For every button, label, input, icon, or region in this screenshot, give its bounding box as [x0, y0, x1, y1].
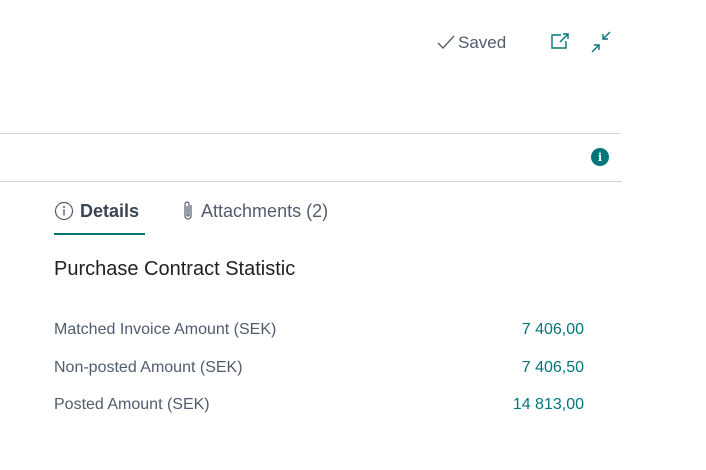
- stat-value-link[interactable]: 7 406,50: [522, 359, 584, 377]
- section-title: Purchase Contract Statistic: [54, 258, 296, 280]
- stat-label: Posted Amount (SEK): [54, 396, 210, 413]
- factbox-pane: Saved i Details Attachments (2) Purchase…: [0, 0, 706, 470]
- stat-row-matched-invoice: Matched Invoice Amount (SEK) 7 406,00: [54, 318, 584, 342]
- saved-status: Saved: [436, 32, 506, 54]
- tab-details[interactable]: Details: [54, 196, 146, 235]
- checkmark-icon: [437, 35, 455, 49]
- stat-row-posted: Posted Amount (SEK) 14 813,00: [54, 393, 584, 417]
- open-in-new-window-icon: [551, 33, 569, 49]
- open-in-new-window-button[interactable]: [548, 30, 572, 54]
- stat-value-link[interactable]: 7 406,00: [522, 321, 584, 339]
- info-icon[interactable]: i: [591, 148, 609, 166]
- paperclip-icon: [181, 200, 195, 222]
- collapse-icon: [591, 31, 611, 53]
- stat-row-non-posted: Non-posted Amount (SEK) 7 406,50: [54, 356, 584, 380]
- tabs-divider: [0, 181, 622, 182]
- tab-attachments[interactable]: Attachments (2): [181, 196, 328, 226]
- header-divider: [0, 133, 621, 134]
- tab-attachments-label: Attachments (2): [201, 200, 329, 221]
- stat-value-link[interactable]: 14 813,00: [513, 396, 584, 414]
- saved-label: Saved: [458, 33, 507, 52]
- factbox-tabs: Details Attachments (2): [54, 196, 328, 238]
- stat-label: Matched Invoice Amount (SEK): [54, 321, 277, 338]
- info-circle-icon: [54, 201, 74, 221]
- collapse-button[interactable]: [589, 30, 613, 54]
- tab-details-label: Details: [80, 200, 140, 221]
- stat-label: Non-posted Amount (SEK): [54, 359, 243, 376]
